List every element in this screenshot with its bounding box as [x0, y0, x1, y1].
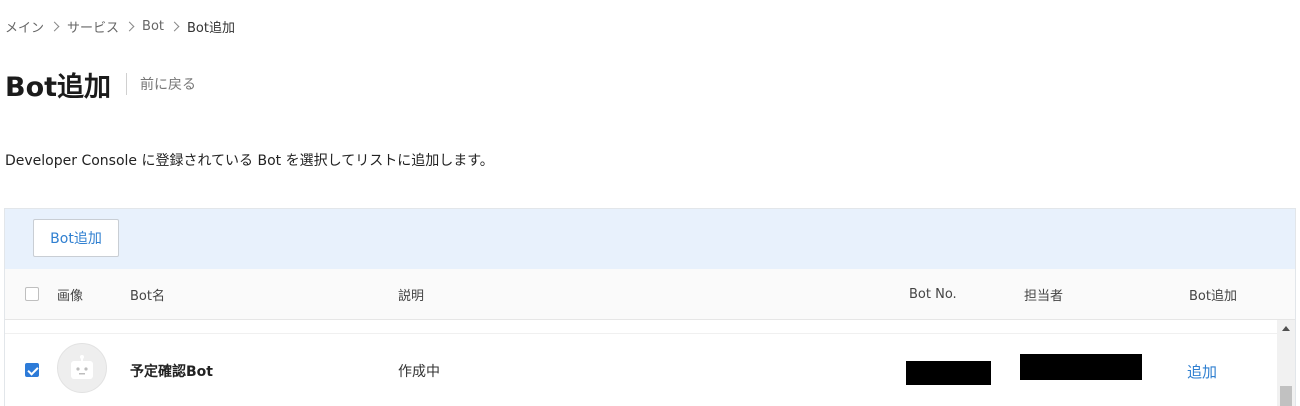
redacted-owner [1020, 354, 1142, 380]
back-link[interactable]: 前に戻る [140, 74, 196, 94]
page-title: Bot追加 [5, 71, 112, 103]
scrollbar[interactable] [1277, 320, 1295, 406]
breadcrumb-item-bot[interactable]: Bot [142, 19, 164, 34]
column-header-description: 説明 [398, 288, 425, 304]
chevron-right-icon [169, 21, 180, 31]
column-header-add: Bot追加 [1189, 288, 1237, 304]
column-header-owner: 担当者 [1024, 288, 1064, 304]
breadcrumb-item-main[interactable]: メイン [5, 17, 44, 36]
add-bot-button[interactable]: Bot追加 [33, 219, 119, 257]
bot-name: 予定確認Bot [130, 364, 213, 380]
breadcrumb-item-current: Bot追加 [187, 20, 235, 36]
scroll-thumb[interactable] [1280, 386, 1292, 406]
robot-icon [71, 355, 93, 379]
page-description: Developer Console に登録されている Bot を選択してリストに… [5, 153, 494, 169]
chevron-right-icon [124, 21, 135, 31]
bot-no-cell [906, 336, 991, 406]
table-header: 画像 Bot名 説明 Bot No. 担当者 Bot追加 [5, 269, 1295, 320]
column-header-image: 画像 [57, 288, 84, 304]
title-row: Bot追加 前に戻る [5, 64, 196, 104]
add-link[interactable]: 追加 [1187, 334, 1217, 406]
chevron-right-icon [49, 21, 60, 31]
bot-list-panel: Bot追加 画像 Bot名 説明 Bot No. 担当者 Bot追加 予定確認B… [4, 208, 1296, 406]
owner-cell [1020, 330, 1142, 404]
table-row: 予定確認Bot 作成中 追加 [5, 333, 1277, 406]
toolbar: Bot追加 [5, 209, 1295, 270]
title-divider [126, 73, 128, 95]
table-body: 予定確認Bot 作成中 追加 [5, 320, 1277, 406]
column-header-bot-no[interactable]: Bot No. [909, 269, 957, 319]
avatar [57, 343, 107, 393]
select-all-checkbox[interactable] [25, 287, 39, 301]
redacted-bot-no [906, 361, 991, 385]
row-checkbox[interactable] [25, 363, 39, 377]
scroll-up-arrow-icon[interactable] [1282, 326, 1290, 331]
breadcrumb: メイン サービス Bot Bot追加 [5, 17, 235, 36]
column-header-name[interactable]: Bot名 [130, 269, 165, 319]
breadcrumb-item-service[interactable]: サービス [67, 17, 119, 36]
bot-description: 作成中 [398, 364, 440, 380]
